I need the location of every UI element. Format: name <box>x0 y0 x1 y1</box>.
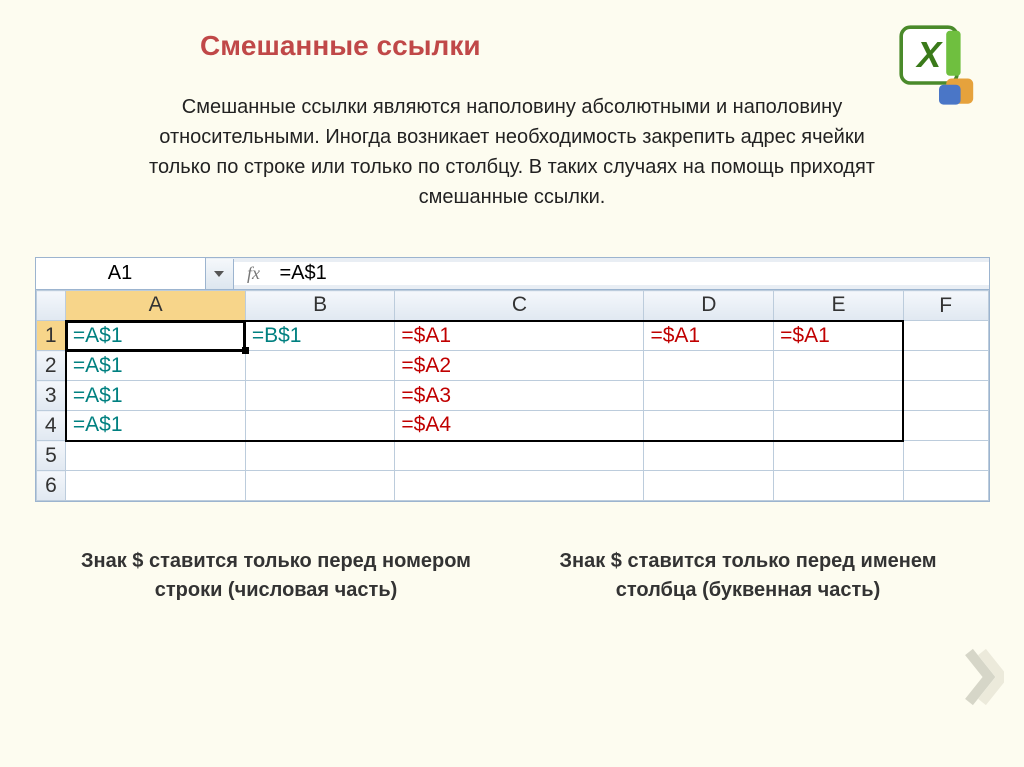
fx-icon[interactable]: fx <box>234 263 274 284</box>
description-text: Смешанные ссылки являются наполовину абс… <box>132 92 892 212</box>
page-title: Смешанные ссылки <box>0 0 1024 62</box>
cell-C1[interactable]: =$A1 <box>395 321 644 351</box>
cell-F1[interactable] <box>903 321 988 351</box>
cell-C6[interactable] <box>395 471 644 501</box>
cell-D1[interactable]: =$A1 <box>644 321 774 351</box>
col-header-C[interactable]: C <box>395 291 644 321</box>
cell-F6[interactable] <box>903 471 988 501</box>
cell-A3[interactable]: =A$1 <box>66 381 245 411</box>
cell-D2[interactable] <box>644 351 774 381</box>
row-header-3[interactable]: 3 <box>36 381 66 411</box>
name-box-dropdown-icon[interactable] <box>206 259 234 289</box>
cell-F5[interactable] <box>903 441 988 471</box>
row-header-5[interactable]: 5 <box>36 441 66 471</box>
cell-B6[interactable] <box>245 471 395 501</box>
col-header-B[interactable]: B <box>245 291 395 321</box>
cell-A1-value: =A$1 <box>73 324 123 347</box>
cell-F3[interactable] <box>903 381 988 411</box>
excel-logo-icon: X <box>894 20 984 110</box>
svg-text:X: X <box>915 34 943 75</box>
cell-A6[interactable] <box>66 471 245 501</box>
cell-A2[interactable]: =A$1 <box>66 351 245 381</box>
cell-C2[interactable]: =$A2 <box>395 351 644 381</box>
caption-left: Знак $ ставится только перед номером стр… <box>76 547 476 605</box>
cell-E5[interactable] <box>774 441 904 471</box>
row-header-6[interactable]: 6 <box>36 471 66 501</box>
cell-A1[interactable]: =A$1 <box>66 321 245 351</box>
col-header-D[interactable]: D <box>644 291 774 321</box>
cell-C5[interactable] <box>395 441 644 471</box>
cell-E2[interactable] <box>774 351 904 381</box>
formula-bar: A1 fx =A$1 <box>36 258 989 290</box>
fill-handle-icon[interactable] <box>242 347 249 354</box>
cell-E4[interactable] <box>774 411 904 441</box>
corner-cell[interactable] <box>36 291 66 321</box>
cell-D3[interactable] <box>644 381 774 411</box>
row-header-2[interactable]: 2 <box>36 351 66 381</box>
chevron-right-icon <box>964 647 1004 712</box>
cell-A5[interactable] <box>66 441 245 471</box>
cell-F2[interactable] <box>903 351 988 381</box>
cell-B3[interactable] <box>245 381 395 411</box>
col-header-A[interactable]: A <box>66 291 245 321</box>
row-header-1[interactable]: 1 <box>36 321 66 351</box>
col-header-F[interactable]: F <box>903 291 988 321</box>
cell-E3[interactable] <box>774 381 904 411</box>
cell-F4[interactable] <box>903 411 988 441</box>
cell-D5[interactable] <box>644 441 774 471</box>
cell-B4[interactable] <box>245 411 395 441</box>
col-header-E[interactable]: E <box>774 291 904 321</box>
row-header-4[interactable]: 4 <box>36 411 66 441</box>
cell-B2[interactable] <box>245 351 395 381</box>
cell-D4[interactable] <box>644 411 774 441</box>
cell-C4[interactable]: =$A4 <box>395 411 644 441</box>
cell-B5[interactable] <box>245 441 395 471</box>
cell-B1[interactable]: =B$1 <box>245 321 395 351</box>
sheet-grid[interactable]: A B C D E F 1 =A$1 =B$1 =$A1 =$A1 =$A1 2… <box>36 290 989 501</box>
spreadsheet: A1 fx =A$1 A B C D E F 1 =A$1 =B$1 =$A1 … <box>35 257 990 502</box>
cell-A4[interactable]: =A$1 <box>66 411 245 441</box>
cell-E6[interactable] <box>774 471 904 501</box>
cell-C3[interactable]: =$A3 <box>395 381 644 411</box>
cell-D6[interactable] <box>644 471 774 501</box>
cell-E1[interactable]: =$A1 <box>774 321 904 351</box>
name-box[interactable]: A1 <box>36 258 206 289</box>
formula-bar-value[interactable]: =A$1 <box>274 262 327 285</box>
caption-right: Знак $ ставится только перед именем стол… <box>548 547 948 605</box>
